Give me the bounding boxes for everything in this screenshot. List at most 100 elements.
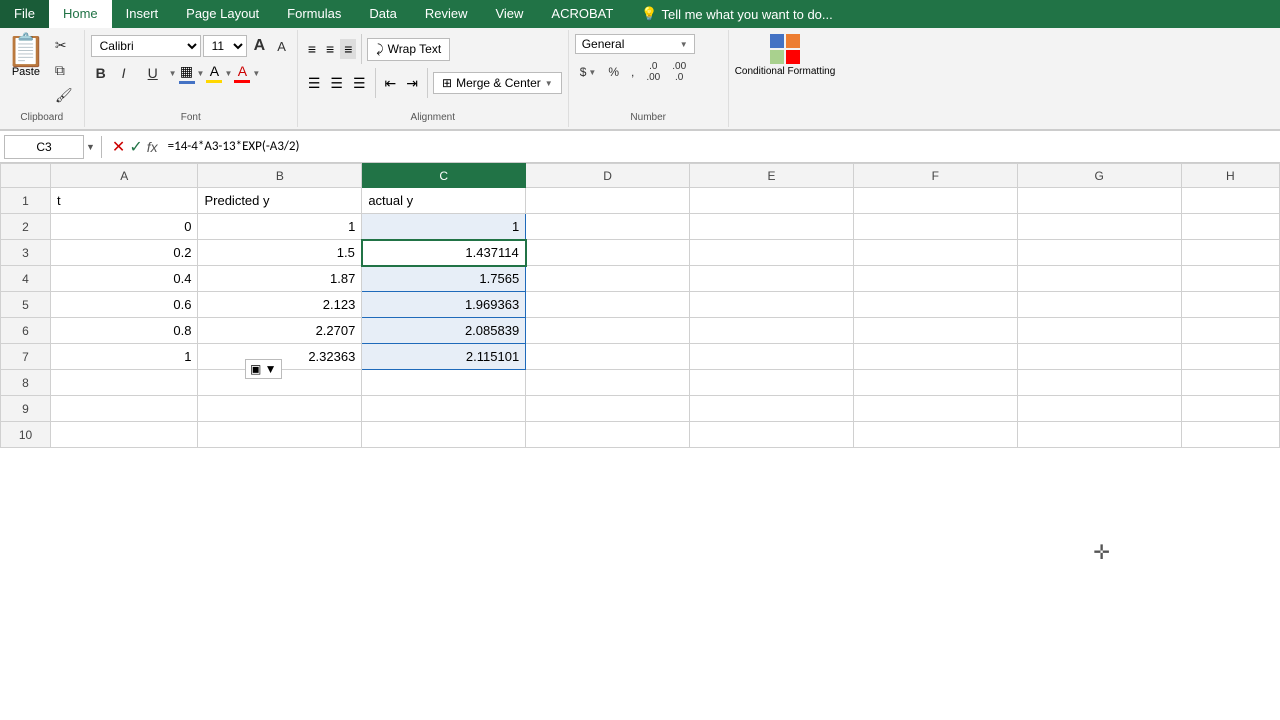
number-format-select[interactable]: General ▼ bbox=[575, 34, 695, 54]
cell-H8[interactable] bbox=[1181, 370, 1279, 396]
menu-file[interactable]: File bbox=[0, 0, 49, 28]
name-box-dropdown[interactable]: ▼ bbox=[86, 142, 95, 152]
cell-G10[interactable] bbox=[1017, 422, 1181, 448]
cell-A1[interactable]: t bbox=[51, 188, 198, 214]
cell-G8[interactable] bbox=[1017, 370, 1181, 396]
cell-C9[interactable] bbox=[362, 396, 526, 422]
cell-G4[interactable] bbox=[1017, 266, 1181, 292]
menu-formulas[interactable]: Formulas bbox=[273, 0, 355, 28]
format-painter-button[interactable]: 🖌 bbox=[50, 84, 78, 107]
cell-B1[interactable]: Predicted y bbox=[198, 188, 362, 214]
font-size-select[interactable]: 11 bbox=[203, 35, 247, 57]
conditional-formatting-button[interactable]: Conditional Formatting bbox=[735, 34, 836, 77]
dollar-button[interactable]: $ ▼ bbox=[575, 62, 602, 82]
align-top-center-button[interactable]: ≡ bbox=[322, 39, 338, 59]
cell-H4[interactable] bbox=[1181, 266, 1279, 292]
cell-F6[interactable] bbox=[853, 318, 1017, 344]
cell-C8[interactable] bbox=[362, 370, 526, 396]
cell-D5[interactable] bbox=[526, 292, 690, 318]
cell-E10[interactable] bbox=[690, 422, 854, 448]
comma-button[interactable]: , bbox=[626, 62, 639, 82]
cell-F1[interactable] bbox=[853, 188, 1017, 214]
cell-E5[interactable] bbox=[690, 292, 854, 318]
cell-G7[interactable] bbox=[1017, 344, 1181, 370]
menu-acrobat[interactable]: ACROBAT bbox=[537, 0, 627, 28]
underline-button[interactable]: U bbox=[143, 62, 167, 84]
cell-E2[interactable] bbox=[690, 214, 854, 240]
cell-E1[interactable] bbox=[690, 188, 854, 214]
cell-C10[interactable] bbox=[362, 422, 526, 448]
cell-H9[interactable] bbox=[1181, 396, 1279, 422]
cell-C2[interactable]: 1 bbox=[362, 214, 526, 240]
cell-D6[interactable] bbox=[526, 318, 690, 344]
menu-view[interactable]: View bbox=[481, 0, 537, 28]
align-right-button[interactable]: ☰ bbox=[349, 73, 370, 94]
cell-H7[interactable] bbox=[1181, 344, 1279, 370]
name-box[interactable] bbox=[4, 135, 84, 159]
decrease-decimal-button[interactable]: .00.0 bbox=[667, 58, 691, 86]
cell-B4[interactable]: 1.87 bbox=[198, 266, 362, 292]
cell-E7[interactable] bbox=[690, 344, 854, 370]
formula-close-icon[interactable]: ✕ bbox=[112, 137, 125, 157]
cell-A3[interactable]: 0.2 bbox=[51, 240, 198, 266]
cut-button[interactable]: ✂ bbox=[50, 34, 78, 57]
cell-A9[interactable] bbox=[51, 396, 198, 422]
cell-E9[interactable] bbox=[690, 396, 854, 422]
cell-A2[interactable]: 0 bbox=[51, 214, 198, 240]
percent-button[interactable]: % bbox=[603, 62, 624, 82]
menu-insert[interactable]: Insert bbox=[112, 0, 173, 28]
paste-button[interactable]: 📋 Paste bbox=[6, 34, 46, 78]
col-header-g[interactable]: G bbox=[1017, 164, 1181, 188]
align-top-left-button[interactable]: ≡ bbox=[304, 39, 320, 59]
cell-E4[interactable] bbox=[690, 266, 854, 292]
cell-C1[interactable]: actual y bbox=[362, 188, 526, 214]
cell-D1[interactable] bbox=[526, 188, 690, 214]
cell-E8[interactable] bbox=[690, 370, 854, 396]
cell-A6[interactable]: 0.8 bbox=[51, 318, 198, 344]
cell-G2[interactable] bbox=[1017, 214, 1181, 240]
col-header-b[interactable]: B bbox=[198, 164, 362, 188]
merge-center-button[interactable]: ⊞ Merge & Center ▼ bbox=[433, 72, 562, 94]
col-header-e[interactable]: E bbox=[690, 164, 854, 188]
cell-A4[interactable]: 0.4 bbox=[51, 266, 198, 292]
menu-page-layout[interactable]: Page Layout bbox=[172, 0, 273, 28]
font-color-button[interactable]: A bbox=[234, 63, 250, 83]
cell-C4[interactable]: 1.7565 bbox=[362, 266, 526, 292]
cell-F3[interactable] bbox=[853, 240, 1017, 266]
align-top-right-button[interactable]: ≡ bbox=[340, 39, 356, 59]
menu-home[interactable]: Home bbox=[49, 0, 112, 28]
cell-G9[interactable] bbox=[1017, 396, 1181, 422]
cell-C3[interactable]: 1.437114 bbox=[362, 240, 526, 266]
cell-F9[interactable] bbox=[853, 396, 1017, 422]
cell-A5[interactable]: 0.6 bbox=[51, 292, 198, 318]
cell-C7[interactable]: 2.115101 bbox=[362, 344, 526, 370]
merge-dropdown-arrow[interactable]: ▼ bbox=[545, 79, 553, 88]
align-center-button[interactable]: ☰ bbox=[326, 73, 347, 94]
cell-G5[interactable] bbox=[1017, 292, 1181, 318]
cell-D8[interactable] bbox=[526, 370, 690, 396]
cell-B9[interactable] bbox=[198, 396, 362, 422]
decrease-font-button[interactable]: A bbox=[272, 36, 291, 57]
paste-options-float[interactable]: ▣ ▼ bbox=[245, 359, 282, 379]
copy-button[interactable]: ⧉ bbox=[50, 59, 78, 82]
cell-A7[interactable]: 1 bbox=[51, 344, 198, 370]
cell-D7[interactable] bbox=[526, 344, 690, 370]
increase-decimal-button[interactable]: .0.00 bbox=[641, 58, 665, 86]
menu-review[interactable]: Review bbox=[411, 0, 482, 28]
cell-H3[interactable] bbox=[1181, 240, 1279, 266]
indent-increase-button[interactable]: ⇥ bbox=[402, 73, 422, 94]
number-format-dropdown[interactable]: ▼ bbox=[680, 40, 688, 49]
underline-dropdown[interactable]: ▼ bbox=[169, 69, 177, 78]
font-name-select[interactable]: Calibri bbox=[91, 35, 201, 57]
cell-C6[interactable]: 2.085839 bbox=[362, 318, 526, 344]
border-button[interactable]: ▦ bbox=[179, 63, 195, 84]
cell-A8[interactable] bbox=[51, 370, 198, 396]
cell-F7[interactable] bbox=[853, 344, 1017, 370]
cell-F5[interactable] bbox=[853, 292, 1017, 318]
align-left-button[interactable]: ☰ bbox=[304, 73, 325, 94]
wrap-text-button[interactable]: ⤸ Wrap Text bbox=[367, 38, 450, 61]
cell-B3[interactable]: 1.5 bbox=[198, 240, 362, 266]
menu-data[interactable]: Data bbox=[355, 0, 410, 28]
bold-button[interactable]: B bbox=[91, 62, 115, 84]
cell-B6[interactable]: 2.2707 bbox=[198, 318, 362, 344]
